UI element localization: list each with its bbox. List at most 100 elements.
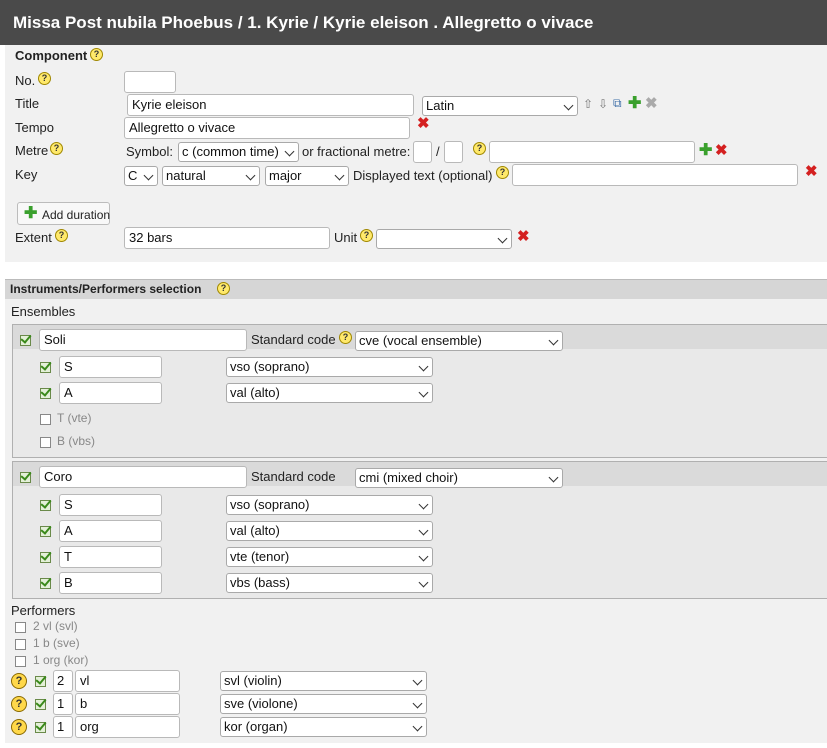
- metre-label: Metre: [15, 143, 49, 158]
- chevron-down-icon: [418, 525, 429, 536]
- extent-label: Extent: [15, 230, 52, 245]
- chevron-down-icon: [418, 387, 429, 398]
- performer-checkbox[interactable]: [35, 676, 46, 687]
- member-abbr-input[interactable]: B: [59, 572, 162, 594]
- fraction-numerator-input[interactable]: [413, 141, 432, 163]
- member-abbr-input[interactable]: S: [59, 356, 162, 378]
- delete-icon[interactable]: ✖: [715, 143, 728, 158]
- title-input[interactable]: Kyrie eleison: [127, 94, 414, 116]
- member-code-select[interactable]: vbs (bass): [226, 573, 433, 593]
- member-abbr-input[interactable]: A: [59, 382, 162, 404]
- member-checkbox[interactable]: [40, 362, 51, 373]
- help-icon[interactable]: ?: [496, 166, 509, 179]
- ensemble-code-select[interactable]: cmi (mixed choir): [355, 468, 563, 488]
- member-checkbox[interactable]: [40, 414, 51, 425]
- help-icon[interactable]: ?: [38, 72, 51, 85]
- fraction-denominator-input[interactable]: [444, 141, 463, 163]
- member-code-value: val (alto): [230, 385, 280, 400]
- ensemble-code-value: cmi (mixed choir): [359, 470, 458, 485]
- help-icon[interactable]: ?: [50, 142, 63, 155]
- member-code-select[interactable]: val (alto): [226, 521, 433, 541]
- member-checkbox[interactable]: [40, 388, 51, 399]
- chevron-down-icon: [563, 100, 574, 111]
- move-down-icon[interactable]: ⇩: [598, 98, 608, 110]
- performer-count-input[interactable]: 1: [53, 693, 73, 715]
- chevron-down-icon: [284, 146, 295, 157]
- ensemble-code-value: cve (vocal ensemble): [359, 333, 482, 348]
- member-checkbox[interactable]: [40, 552, 51, 563]
- member-code-select[interactable]: vso (soprano): [226, 495, 433, 515]
- member-abbr-input[interactable]: T: [59, 546, 162, 568]
- member-abbr-input[interactable]: S: [59, 494, 162, 516]
- help-icon[interactable]: ?: [90, 48, 103, 61]
- member-option-label: T (vte): [57, 411, 92, 425]
- help-icon[interactable]: ?: [339, 331, 352, 344]
- chevron-down-icon: [548, 335, 559, 346]
- ensemble-code-select[interactable]: cve (vocal ensemble): [355, 331, 563, 351]
- metre-text-input[interactable]: [489, 141, 695, 163]
- help-icon[interactable]: ?: [217, 282, 230, 295]
- chevron-down-icon: [412, 721, 423, 732]
- member-code-value: val (alto): [230, 523, 280, 538]
- ensemble-checkbox[interactable]: [20, 335, 31, 346]
- performer-option-checkbox[interactable]: [15, 639, 26, 650]
- chevron-down-icon: [143, 170, 154, 181]
- add-icon[interactable]: ✚: [628, 96, 641, 112]
- move-up-icon[interactable]: ⇧: [583, 98, 593, 110]
- help-icon[interactable]: ?: [11, 719, 27, 735]
- add-duration-label: Add duration: [42, 208, 111, 222]
- ensemble-name-input[interactable]: Soli: [39, 329, 247, 351]
- help-icon[interactable]: ?: [360, 229, 373, 242]
- key-note-select[interactable]: C: [124, 166, 158, 186]
- ensemble-name-input[interactable]: Coro: [39, 466, 247, 488]
- performer-code-value: kor (organ): [224, 719, 288, 734]
- key-mode-select[interactable]: major: [265, 166, 349, 186]
- standard-code-label: Standard code: [251, 332, 336, 347]
- help-icon[interactable]: ?: [11, 673, 27, 689]
- member-abbr-input[interactable]: A: [59, 520, 162, 542]
- delete-icon[interactable]: ✖: [417, 116, 430, 131]
- member-code-select[interactable]: val (alto): [226, 383, 433, 403]
- language-select[interactable]: Latin: [422, 96, 578, 116]
- performer-abbr-input[interactable]: b: [75, 693, 180, 715]
- chevron-down-icon: [418, 551, 429, 562]
- help-icon[interactable]: ?: [473, 142, 486, 155]
- language-value: Latin: [426, 98, 455, 113]
- performer-option-checkbox[interactable]: [15, 656, 26, 667]
- copy-icon[interactable]: ⧉: [613, 97, 622, 109]
- performer-checkbox[interactable]: [35, 699, 46, 710]
- performer-option-label: 1 b (sve): [33, 636, 80, 650]
- extent-input[interactable]: 32 bars: [124, 227, 330, 249]
- add-duration-button[interactable]: ✚ Add duration: [17, 202, 110, 225]
- title-label: Title: [15, 96, 40, 111]
- member-checkbox[interactable]: [40, 437, 51, 448]
- performer-abbr-input[interactable]: vl: [75, 670, 180, 692]
- no-input[interactable]: [124, 71, 176, 93]
- delete-disabled-icon: ✖: [645, 95, 658, 112]
- member-checkbox[interactable]: [40, 578, 51, 589]
- page-title: Missa Post nubila Phoebus / 1. Kyrie / K…: [13, 13, 594, 32]
- displayed-text-input[interactable]: [512, 164, 798, 186]
- performer-abbr-input[interactable]: org: [75, 716, 180, 738]
- performer-count-input[interactable]: 1: [53, 716, 73, 738]
- delete-icon[interactable]: ✖: [805, 164, 818, 179]
- key-accidental-select[interactable]: natural: [162, 166, 260, 186]
- performer-code-select[interactable]: svl (violin): [220, 671, 427, 691]
- add-icon[interactable]: ✚: [699, 143, 712, 159]
- performer-option-checkbox[interactable]: [15, 622, 26, 633]
- unit-select[interactable]: [376, 229, 512, 249]
- help-icon[interactable]: ?: [55, 229, 68, 242]
- member-code-select[interactable]: vte (tenor): [226, 547, 433, 567]
- symbol-select[interactable]: c (common time): [178, 142, 299, 162]
- delete-icon[interactable]: ✖: [517, 229, 530, 244]
- help-icon[interactable]: ?: [11, 696, 27, 712]
- performer-checkbox[interactable]: [35, 722, 46, 733]
- tempo-input[interactable]: Allegretto o vivace: [124, 117, 410, 139]
- member-code-select[interactable]: vso (soprano): [226, 357, 433, 377]
- performer-code-select[interactable]: sve (violone): [220, 694, 427, 714]
- ensemble-checkbox[interactable]: [20, 472, 31, 483]
- member-checkbox[interactable]: [40, 500, 51, 511]
- member-checkbox[interactable]: [40, 526, 51, 537]
- performer-code-select[interactable]: kor (organ): [220, 717, 427, 737]
- performer-count-input[interactable]: 2: [53, 670, 73, 692]
